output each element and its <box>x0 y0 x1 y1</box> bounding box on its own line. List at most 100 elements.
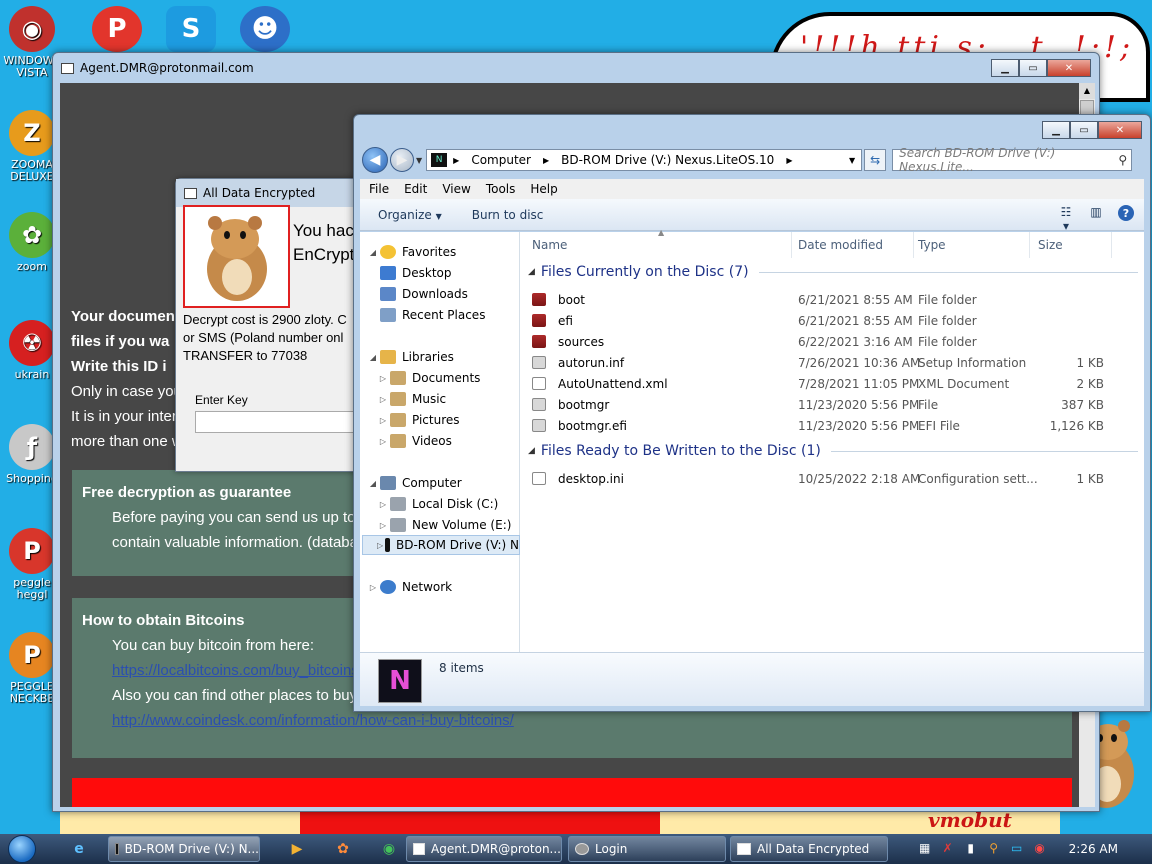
maximize-button[interactable]: ▭ <box>1019 59 1047 77</box>
collapsed-arrow-icon[interactable]: ▷ <box>378 437 388 446</box>
collapse-group-icon[interactable]: ◢ <box>528 446 535 456</box>
expand-arrow-icon[interactable]: ◢ <box>368 479 378 488</box>
collapsed-arrow-icon[interactable]: ▷ <box>378 500 388 509</box>
tree-videos[interactable]: ▷ Videos <box>378 431 452 451</box>
column-header-type[interactable]: Type <box>918 232 1030 258</box>
collapsed-arrow-icon[interactable]: ▷ <box>377 541 383 550</box>
recent-pages-dropdown-icon[interactable]: ▼ <box>416 156 422 165</box>
group-header-current-files[interactable]: ◢ Files Currently on the Disc (7) <box>528 264 1138 280</box>
close-button[interactable]: ✕ <box>1047 59 1091 77</box>
scroll-up-icon[interactable]: ▲ <box>1079 83 1095 99</box>
close-icon: ✕ <box>1064 62 1074 74</box>
ransom-window-titlebar[interactable]: Agent.DMR@protonmail.com <box>53 53 1099 83</box>
enc-window-titlebar[interactable]: All Data Encrypted <box>176 179 374 207</box>
menu-file[interactable]: File <box>369 182 389 196</box>
expand-arrow-icon[interactable]: ◢ <box>368 248 378 257</box>
preview-pane-icon[interactable]: ▥ <box>1088 205 1104 221</box>
menu-edit[interactable]: Edit <box>404 182 427 196</box>
tree-local-disk[interactable]: ▷ Local Disk (C:) <box>378 494 498 514</box>
column-header-size[interactable]: Size <box>1038 232 1112 258</box>
localbitcoins-link[interactable]: https://localbitcoins.com/buy_bitcoins <box>112 662 359 679</box>
network-globe-desktop-icon[interactable]: ☻ <box>240 6 290 52</box>
minimize-button[interactable]: ▁ <box>1042 121 1070 139</box>
collapsed-arrow-icon[interactable]: ▷ <box>378 521 388 530</box>
burn-to-disc-button[interactable]: Burn to disc <box>472 208 544 222</box>
organize-button[interactable]: Organize ▼ <box>378 208 442 222</box>
tray-record-icon[interactable]: ◉ <box>1032 841 1048 857</box>
tree-recent-places[interactable]: Recent Places <box>378 305 485 325</box>
file-row[interactable]: sources 6/22/2021 3:16 AM File folder <box>532 331 1132 352</box>
all-data-encrypted-window[interactable]: All Data Encrypted You hac EnCrypt Decry… <box>175 178 375 472</box>
search-input[interactable]: Search BD-ROM Drive (V:) Nexus.Lite... <box>899 146 1118 174</box>
breadcrumb-separator-icon[interactable]: ▶ <box>453 156 459 165</box>
tree-new-volume[interactable]: ▷ New Volume (E:) <box>378 515 511 535</box>
menu-view[interactable]: View <box>442 182 470 196</box>
tree-documents[interactable]: ▷ Documents <box>378 368 480 388</box>
back-button[interactable]: ◀ <box>362 147 388 173</box>
forward-button[interactable]: ▶ <box>390 148 414 172</box>
collapsed-arrow-icon[interactable]: ▷ <box>378 395 388 404</box>
tray-search-icon[interactable]: ⚲ <box>986 841 1002 857</box>
file-row[interactable]: bootmgr 11/23/2020 5:56 PM File 387 KB <box>532 394 1132 415</box>
file-row[interactable]: AutoUnattend.xml 7/28/2021 11:05 PM XML … <box>532 373 1132 394</box>
address-bar[interactable]: N ▶ Computer ▶ BD-ROM Drive (V:) Nexus.L… <box>426 149 863 171</box>
collapsed-arrow-icon[interactable]: ▷ <box>378 416 388 425</box>
expand-arrow-icon[interactable]: ◢ <box>368 353 378 362</box>
collapsed-arrow-icon[interactable]: ▷ <box>378 374 388 383</box>
skype-desktop-icon[interactable]: S <box>166 6 216 52</box>
chrome-icon[interactable]: ◉ <box>376 836 402 862</box>
enter-key-input[interactable] <box>195 411 375 433</box>
tree-downloads[interactable]: Downloads <box>378 284 468 304</box>
tree-libraries[interactable]: ◢ Libraries <box>368 347 454 367</box>
maximize-button[interactable]: ▭ <box>1070 121 1098 139</box>
media-player-icon[interactable]: ▶ <box>284 836 310 862</box>
change-view-icon[interactable]: ☷ ▾ <box>1058 205 1074 233</box>
collapse-group-icon[interactable]: ◢ <box>528 267 535 277</box>
group-header-pending-files[interactable]: ◢ Files Ready to Be Written to the Disc … <box>528 443 1138 459</box>
file-row[interactable]: boot 6/21/2021 8:55 AM File folder <box>532 289 1132 310</box>
coindesk-link[interactable]: http://www.coindesk.com/information/how-… <box>112 712 514 729</box>
help-icon[interactable]: ? <box>1118 205 1134 221</box>
tree-network[interactable]: ▷ Network <box>368 577 452 597</box>
tray-antivirus-icon[interactable]: ✗ <box>940 841 956 857</box>
explorer-window[interactable]: ▁ ▭ ✕ ◀ ▶ ▼ N ▶ Computer ▶ BD-ROM Drive … <box>353 114 1151 712</box>
tree-favorites[interactable]: ◢ Favorites <box>368 242 456 262</box>
tray-network-icon[interactable]: ▮ <box>963 841 979 857</box>
pinned-app-icon[interactable]: ✿ <box>330 836 356 862</box>
breadcrumb-bd-rom-drive[interactable]: BD-ROM Drive (V:) Nexus.LiteOS.10 <box>561 153 774 167</box>
close-button[interactable]: ✕ <box>1098 121 1142 139</box>
taskbar-button-ransom-note[interactable]: Agent.DMR@proton... <box>406 836 562 862</box>
taskbar-button-login[interactable]: Login <box>568 836 726 862</box>
search-box[interactable]: Search BD-ROM Drive (V:) Nexus.Lite... ⚲ <box>892 146 1133 174</box>
search-icon[interactable]: ⚲ <box>1118 153 1127 167</box>
file-row[interactable]: bootmgr.efi 11/23/2020 5:56 PM EFI File … <box>532 415 1132 436</box>
breadcrumb-separator-icon[interactable]: ▶ <box>786 156 792 165</box>
explorer-titlebar[interactable] <box>354 115 1150 145</box>
tree-computer[interactable]: ◢ Computer <box>368 473 462 493</box>
tree-desktop[interactable]: Desktop <box>378 263 452 283</box>
column-header-date[interactable]: Date modified <box>798 232 914 258</box>
breadcrumb-separator-icon[interactable]: ▶ <box>543 156 549 165</box>
file-row[interactable]: autorun.inf 7/26/2021 10:36 AM Setup Inf… <box>532 352 1132 373</box>
tree-music[interactable]: ▷ Music <box>378 389 446 409</box>
tree-pictures[interactable]: ▷ Pictures <box>378 410 460 430</box>
taskbar-button-all-data-encrypted[interactable]: All Data Encrypted <box>730 836 888 862</box>
taskbar-button-explorer[interactable]: BD-ROM Drive (V:) N... <box>108 836 260 862</box>
tray-app-icon[interactable]: ▦ <box>917 841 933 857</box>
refresh-button[interactable]: ⇆ <box>864 149 887 171</box>
breadcrumb-computer[interactable]: Computer <box>471 153 531 167</box>
collapsed-arrow-icon[interactable]: ▷ <box>368 583 378 592</box>
file-row[interactable]: efi 6/21/2021 8:55 AM File folder <box>532 310 1132 331</box>
minimize-button[interactable]: ▁ <box>991 59 1019 77</box>
internet-explorer-icon[interactable]: e <box>66 836 92 862</box>
start-button[interactable] <box>0 834 44 864</box>
menu-tools[interactable]: Tools <box>486 182 516 196</box>
menu-help[interactable]: Help <box>530 182 557 196</box>
tree-bd-rom-drive[interactable]: ▷ BD-ROM Drive (V:) N <box>362 535 520 555</box>
address-dropdown-icon[interactable]: ▼ <box>849 156 855 165</box>
tray-display-icon[interactable]: ▭ <box>1009 841 1025 857</box>
taskbar-clock[interactable]: 2:26 AM <box>1069 842 1118 856</box>
column-header-name[interactable]: Name ▲ <box>532 228 792 258</box>
peggle-desktop-icon[interactable]: P <box>92 6 142 52</box>
file-row[interactable]: desktop.ini 10/25/2022 2:18 AM Configura… <box>532 468 1132 489</box>
